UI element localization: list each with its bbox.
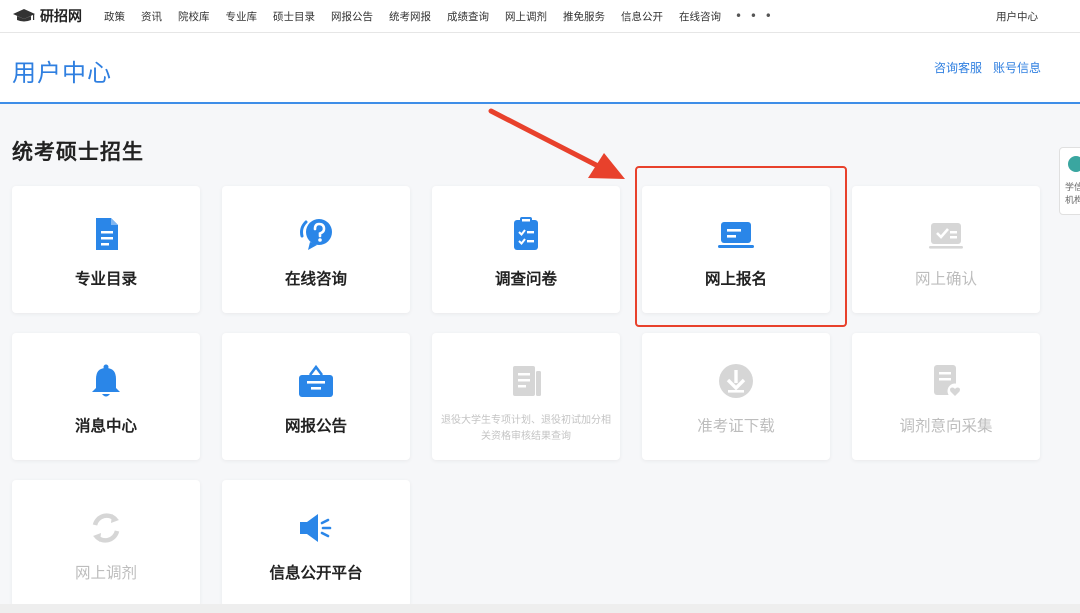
card-registration-announcements[interactable]: 网报公告 bbox=[222, 333, 410, 460]
card-label: 调查问卷 bbox=[494, 270, 557, 288]
card-label: 网上调剂 bbox=[74, 564, 137, 582]
side-float-widget[interactable]: 学信机构 bbox=[1059, 147, 1080, 215]
card-admission-ticket-download[interactable]: 准考证下载 bbox=[642, 333, 830, 460]
question-bubble-icon bbox=[296, 214, 336, 254]
card-label: 消息中心 bbox=[74, 417, 137, 435]
card-label: 在线咨询 bbox=[284, 270, 347, 288]
graduation-cap-icon bbox=[13, 9, 35, 22]
nav-item-disclosure[interactable]: 信息公开 bbox=[621, 9, 663, 24]
card-label: 信息公开平台 bbox=[269, 564, 363, 582]
avatar bbox=[1068, 156, 1080, 172]
pointer-arrow-icon bbox=[488, 108, 625, 179]
card-label: 网上确认 bbox=[914, 270, 977, 288]
highlight-box bbox=[635, 166, 847, 327]
card-veteran-qualification[interactable]: 退役大学生专项计划、退役初试加分相关资格审核结果查询 bbox=[432, 333, 620, 460]
bottom-strip bbox=[0, 604, 1080, 613]
top-nav: 研招网 政策 资讯 院校库 专业库 硕士目录 网报公告 统考网报 成绩查询 网上… bbox=[0, 0, 1080, 33]
speaker-icon bbox=[296, 508, 336, 548]
page-header: 用户中心 咨询客服 账号信息 bbox=[0, 33, 1080, 104]
bell-icon bbox=[86, 361, 126, 401]
site-logo[interactable]: 研招网 bbox=[12, 6, 82, 26]
nav-item-recommendation[interactable]: 推免服务 bbox=[563, 9, 605, 24]
card-adjustment-intent[interactable]: 调剂意向采集 bbox=[852, 333, 1040, 460]
section-title: 统考硕士招生 bbox=[12, 140, 144, 164]
card-online-confirm[interactable]: 网上确认 bbox=[852, 186, 1040, 313]
nav-item-policy[interactable]: 政策 bbox=[104, 9, 125, 24]
clipboard-check-icon bbox=[506, 214, 546, 254]
nav-item-catalog[interactable]: 硕士目录 bbox=[273, 9, 315, 24]
document-heart-icon bbox=[926, 361, 966, 401]
more-menu-button[interactable]: • • • bbox=[735, 9, 774, 23]
id-card-check-icon bbox=[926, 214, 966, 254]
list-document-icon bbox=[506, 361, 546, 401]
nav-item-scores[interactable]: 成绩查询 bbox=[447, 9, 489, 24]
card-label: 网报公告 bbox=[284, 417, 347, 435]
card-info-disclosure-platform[interactable]: 信息公开平台 bbox=[222, 480, 410, 607]
nav-item-schools[interactable]: 院校库 bbox=[178, 9, 210, 24]
card-major-catalog[interactable]: 专业目录 bbox=[12, 186, 200, 313]
refresh-icon bbox=[86, 508, 126, 548]
card-label: 准考证下载 bbox=[697, 417, 775, 435]
card-label: 专业目录 bbox=[74, 270, 137, 288]
card-online-consult[interactable]: 在线咨询 bbox=[222, 186, 410, 313]
download-icon bbox=[716, 361, 756, 401]
nav-item-consult[interactable]: 在线咨询 bbox=[679, 9, 721, 24]
nav-item-announcements[interactable]: 网报公告 bbox=[331, 9, 373, 24]
nav-item-registration[interactable]: 统考网报 bbox=[389, 9, 431, 24]
side-widget-text: 学信机构 bbox=[1065, 183, 1080, 206]
card-survey[interactable]: 调查问卷 bbox=[432, 186, 620, 313]
nav-item-adjustment[interactable]: 网上调剂 bbox=[505, 9, 547, 24]
logo-text: 研招网 bbox=[40, 9, 82, 25]
nav-item-news[interactable]: 资讯 bbox=[141, 9, 162, 24]
nav-item-majors[interactable]: 专业库 bbox=[226, 9, 258, 24]
card-online-adjustment[interactable]: 网上调剂 bbox=[12, 480, 200, 607]
account-info-link[interactable]: 账号信息 bbox=[993, 59, 1041, 76]
card-label: 退役大学生专项计划、退役初试加分相关资格审核结果查询 bbox=[441, 415, 611, 442]
card-message-center[interactable]: 消息中心 bbox=[12, 333, 200, 460]
page-title: 用户中心 bbox=[12, 59, 112, 87]
user-center-link[interactable]: 用户中心 bbox=[996, 9, 1038, 24]
document-icon bbox=[86, 214, 126, 254]
bulletin-bag-icon bbox=[296, 361, 336, 401]
card-label: 调剂意向采集 bbox=[899, 417, 993, 435]
customer-service-link[interactable]: 咨询客服 bbox=[934, 59, 982, 76]
